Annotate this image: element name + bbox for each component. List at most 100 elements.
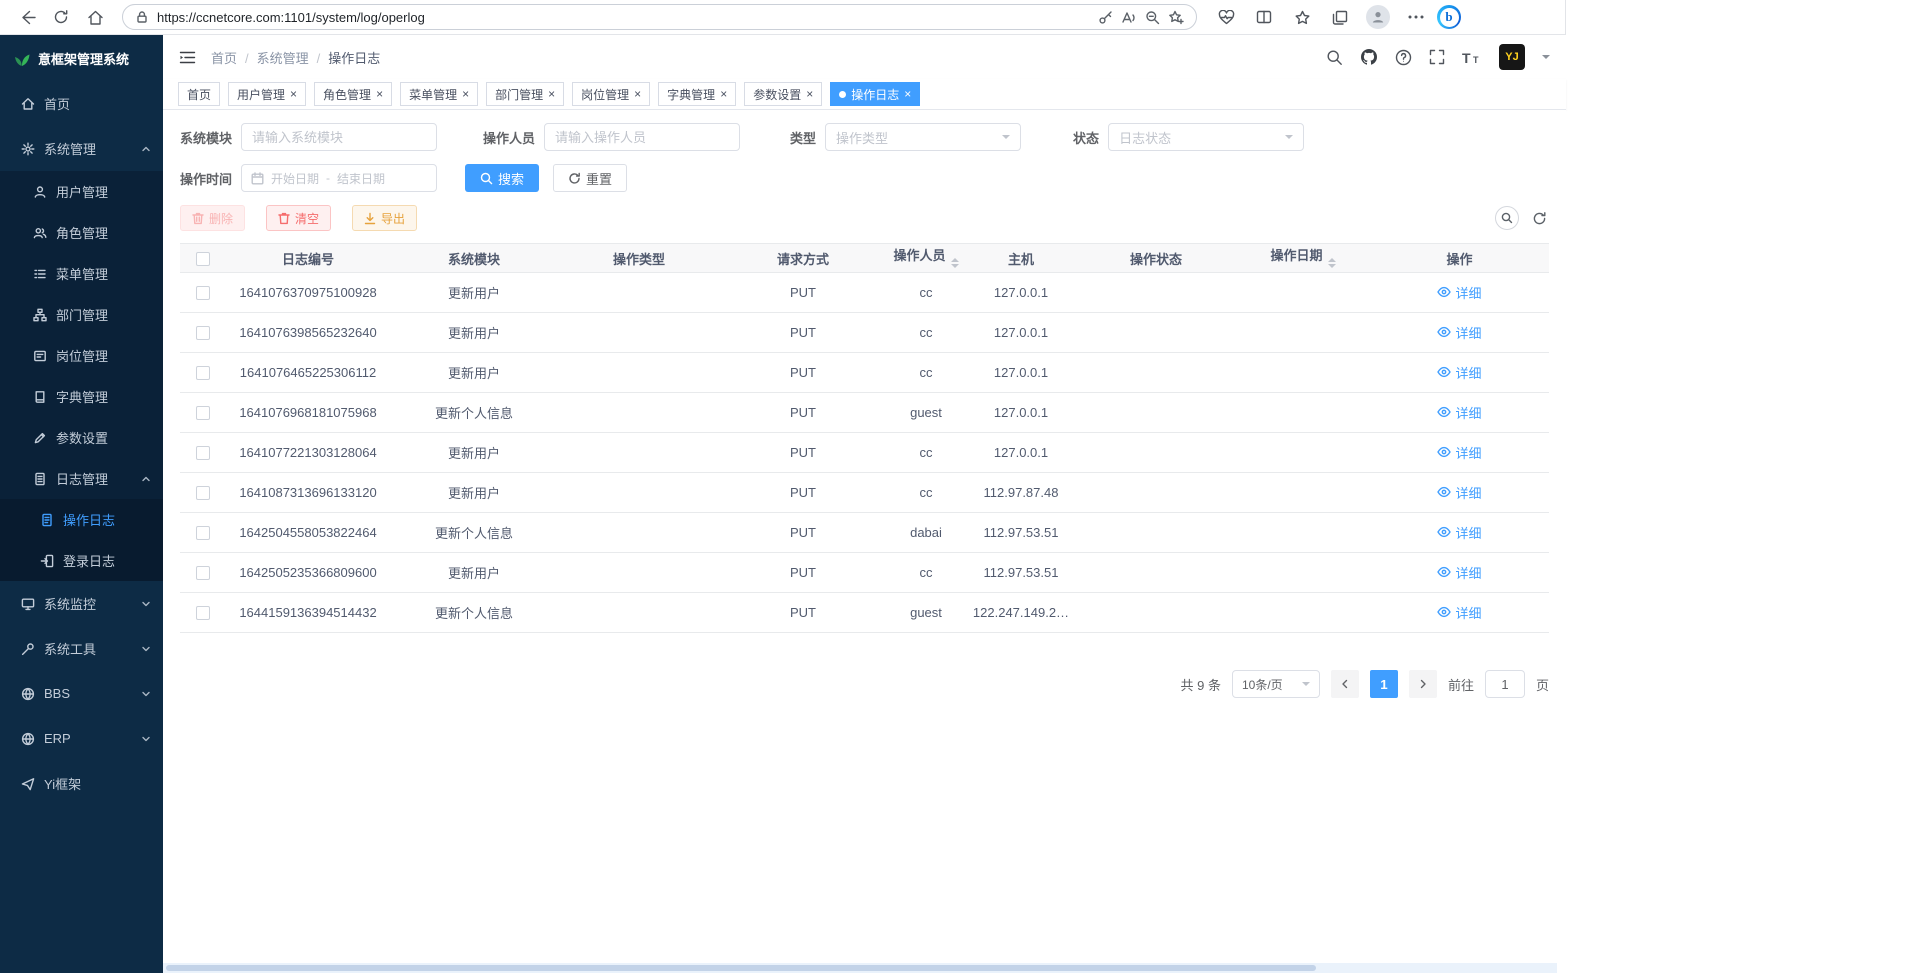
row-checkbox[interactable] — [196, 606, 210, 620]
row-checkbox[interactable] — [196, 366, 210, 380]
home-icon[interactable] — [78, 3, 112, 31]
github-icon[interactable] — [1360, 48, 1378, 66]
profile-avatar[interactable] — [1361, 3, 1395, 31]
operator-input[interactable] — [544, 123, 740, 151]
refresh-icon[interactable] — [44, 3, 78, 31]
close-tab-icon[interactable]: × — [548, 88, 555, 100]
sidebar-item-home[interactable]: 首页 — [0, 81, 163, 126]
sidebar-item-log-mgmt[interactable]: 日志管理 — [0, 458, 163, 499]
scrollbar-thumb[interactable] — [166, 965, 1316, 971]
detail-link[interactable]: 详细 — [1437, 323, 1481, 342]
sidebar-item-system-monitor[interactable]: 系统监控 — [0, 581, 163, 626]
sidebar-item-login-log[interactable]: 登录日志 — [0, 540, 163, 581]
detail-link[interactable]: 详细 — [1437, 483, 1481, 502]
split-screen-icon[interactable] — [1247, 3, 1281, 31]
refresh-table-icon[interactable] — [1532, 211, 1547, 226]
export-button[interactable]: 导出 — [352, 205, 417, 231]
prev-page-button[interactable] — [1331, 670, 1359, 698]
password-key-icon[interactable] — [1098, 10, 1113, 25]
sidebar-item-param-settings[interactable]: 参数设置 — [0, 417, 163, 458]
row-checkbox[interactable] — [196, 526, 210, 540]
breadcrumb-home[interactable]: 首页 — [211, 48, 249, 67]
close-tab-icon[interactable]: × — [290, 88, 297, 100]
bing-discover-icon[interactable]: b — [1437, 5, 1461, 29]
reset-button[interactable]: 重置 — [553, 164, 627, 192]
address-bar[interactable]: https://ccnetcore.com:1101/system/log/op… — [122, 4, 1197, 30]
sidebar-item-user-mgmt[interactable]: 用户管理 — [0, 171, 163, 212]
tab-post-mgmt[interactable]: 岗位管理× — [572, 82, 650, 106]
detail-link[interactable]: 详细 — [1437, 523, 1481, 542]
row-checkbox[interactable] — [196, 566, 210, 580]
detail-link[interactable]: 详细 — [1437, 283, 1481, 302]
tab-menu-mgmt[interactable]: 菜单管理× — [400, 82, 478, 106]
settings-menu-icon[interactable] — [1399, 3, 1433, 31]
tab-role-mgmt[interactable]: 角色管理× — [314, 82, 392, 106]
detail-link[interactable]: 详细 — [1437, 363, 1481, 382]
close-tab-icon[interactable]: × — [806, 88, 813, 100]
close-tab-icon[interactable]: × — [634, 88, 641, 100]
col-operator[interactable]: 操作人员 — [886, 244, 966, 273]
detail-link[interactable]: 详细 — [1437, 563, 1481, 582]
zoom-out-icon[interactable] — [1145, 10, 1160, 25]
help-icon[interactable] — [1395, 49, 1412, 66]
clear-button[interactable]: 清空 — [266, 205, 331, 231]
back-icon[interactable] — [10, 3, 44, 31]
next-page-button[interactable] — [1409, 670, 1437, 698]
browser-essentials-icon[interactable] — [1209, 3, 1243, 31]
tab-user-mgmt[interactable]: 用户管理× — [228, 82, 306, 106]
user-avatar[interactable]: YJ — [1499, 44, 1525, 70]
tab-param-settings[interactable]: 参数设置× — [744, 82, 822, 106]
goto-page-input[interactable] — [1485, 670, 1525, 698]
detail-link[interactable]: 详细 — [1437, 443, 1481, 462]
select-all-checkbox[interactable] — [196, 252, 210, 266]
sidebar-item-bbs[interactable]: BBS — [0, 671, 163, 716]
read-aloud-icon[interactable] — [1121, 10, 1137, 25]
sidebar-item-system-tools[interactable]: 系统工具 — [0, 626, 163, 671]
close-tab-icon[interactable]: × — [720, 88, 727, 100]
breadcrumb-system-mgmt[interactable]: 系统管理 — [257, 48, 321, 67]
module-input[interactable] — [241, 123, 437, 151]
tab-home[interactable]: 首页 — [178, 82, 220, 106]
collapse-sidebar-icon[interactable] — [179, 50, 196, 65]
url-text[interactable]: https://ccnetcore.com:1101/system/log/op… — [157, 10, 425, 25]
fullscreen-icon[interactable] — [1429, 49, 1445, 65]
status-select[interactable]: 日志状态 — [1108, 123, 1304, 151]
date-range-picker[interactable]: 开始日期 - 结束日期 — [241, 164, 437, 192]
tab-oper-log[interactable]: 操作日志× — [830, 82, 920, 106]
close-tab-icon[interactable]: × — [462, 88, 469, 100]
horizontal-scrollbar[interactable] — [163, 963, 1557, 973]
sidebar-item-yi-framework[interactable]: Yi框架 — [0, 761, 163, 806]
collections-icon[interactable] — [1323, 3, 1357, 31]
tab-dict-mgmt[interactable]: 字典管理× — [658, 82, 736, 106]
search-button[interactable]: 搜索 — [465, 164, 539, 192]
page-number-button[interactable]: 1 — [1370, 670, 1398, 698]
favorites-bar-icon[interactable] — [1285, 3, 1319, 31]
show-search-icon[interactable] — [1495, 206, 1519, 230]
type-select[interactable]: 操作类型 — [825, 123, 1021, 151]
sidebar-item-post-mgmt[interactable]: 岗位管理 — [0, 335, 163, 376]
detail-link[interactable]: 详细 — [1437, 403, 1481, 422]
user-menu-caret-icon[interactable] — [1542, 55, 1550, 63]
sidebar-item-dict-mgmt[interactable]: 字典管理 — [0, 376, 163, 417]
row-checkbox[interactable] — [196, 486, 210, 500]
sidebar-item-dept-mgmt[interactable]: 部门管理 — [0, 294, 163, 335]
close-tab-icon[interactable]: × — [376, 88, 383, 100]
add-favorite-icon[interactable] — [1168, 10, 1184, 25]
sidebar-item-role-mgmt[interactable]: 角色管理 — [0, 212, 163, 253]
page-size-select[interactable]: 10条/页 — [1232, 670, 1320, 698]
site-lock-icon[interactable] — [135, 10, 149, 24]
close-tab-icon[interactable]: × — [904, 88, 911, 100]
tab-dept-mgmt[interactable]: 部门管理× — [486, 82, 564, 106]
row-checkbox[interactable] — [196, 406, 210, 420]
row-checkbox[interactable] — [196, 286, 210, 300]
delete-button[interactable]: 删除 — [180, 205, 245, 231]
sidebar-item-oper-log[interactable]: 操作日志 — [0, 499, 163, 540]
sort-icons[interactable] — [1328, 254, 1336, 272]
row-checkbox[interactable] — [196, 326, 210, 340]
search-icon[interactable] — [1326, 49, 1343, 66]
font-size-icon[interactable]: TT — [1462, 50, 1482, 65]
sidebar-item-system-mgmt[interactable]: 系统管理 — [0, 126, 163, 171]
sidebar-item-erp[interactable]: ERP — [0, 716, 163, 761]
detail-link[interactable]: 详细 — [1437, 603, 1481, 622]
row-checkbox[interactable] — [196, 446, 210, 460]
